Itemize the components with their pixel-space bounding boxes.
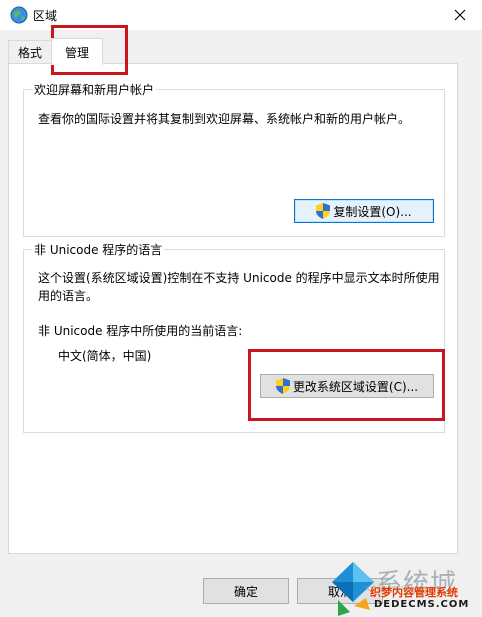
watermark: xitongcheng.com 系统城 织梦内容管理系统 DEDECMS.COM	[330, 560, 482, 617]
current-language-label: 非 Unicode 程序中所使用的当前语言:	[38, 324, 243, 338]
welcome-group-title: 欢迎屏幕和新用户帐户	[32, 81, 157, 98]
uac-shield-icon	[275, 378, 290, 394]
welcome-group: 欢迎屏幕和新用户帐户 查看你的国际设置并将其复制到欢迎屏幕、系统帐户和新的用户帐…	[23, 81, 445, 237]
watermark-line1: 织梦内容管理系统	[370, 586, 458, 599]
close-button[interactable]	[438, 0, 482, 30]
unicode-description-line1: 这个设置(系统区域设置)控制在不支持 Unicode 的程序中显示文本时所使用	[38, 271, 440, 285]
copy-settings-button[interactable]: 复制设置(O)...	[294, 199, 434, 223]
region-dialog: 区域 格式 管理 欢迎屏幕和新用户帐户 查看你的国际设置并将其复制到欢迎屏幕、系…	[0, 0, 482, 617]
change-system-locale-label: 更改系统区域设置(C)...	[292, 379, 419, 394]
globe-icon	[10, 6, 28, 24]
uac-shield-icon	[316, 203, 331, 219]
unicode-group: 非 Unicode 程序的语言 这个设置(系统区域设置)控制在不支持 Unico…	[23, 241, 445, 433]
watermark-line2: DEDECMS.COM	[374, 599, 470, 610]
unicode-description-line2: 用的语言。	[38, 289, 99, 303]
title-bar: 区域	[0, 0, 482, 30]
current-language-value: 中文(简体，中国)	[58, 349, 152, 363]
tab-administrative[interactable]: 管理	[51, 38, 103, 65]
welcome-description: 查看你的国际设置并将其复制到欢迎屏幕、系统帐户和新的用户帐户。	[38, 112, 411, 126]
close-icon	[454, 9, 466, 21]
change-system-locale-button[interactable]: 更改系统区域设置(C)...	[260, 374, 434, 398]
tab-panel: 欢迎屏幕和新用户帐户 查看你的国际设置并将其复制到欢迎屏幕、系统帐户和新的用户帐…	[8, 63, 458, 554]
tab-format[interactable]: 格式	[8, 40, 52, 63]
unicode-group-title: 非 Unicode 程序的语言	[32, 241, 165, 258]
copy-settings-label: 复制设置(O)...	[333, 204, 412, 219]
window-title: 区域	[33, 9, 58, 23]
ok-button[interactable]: 确定	[203, 578, 289, 604]
